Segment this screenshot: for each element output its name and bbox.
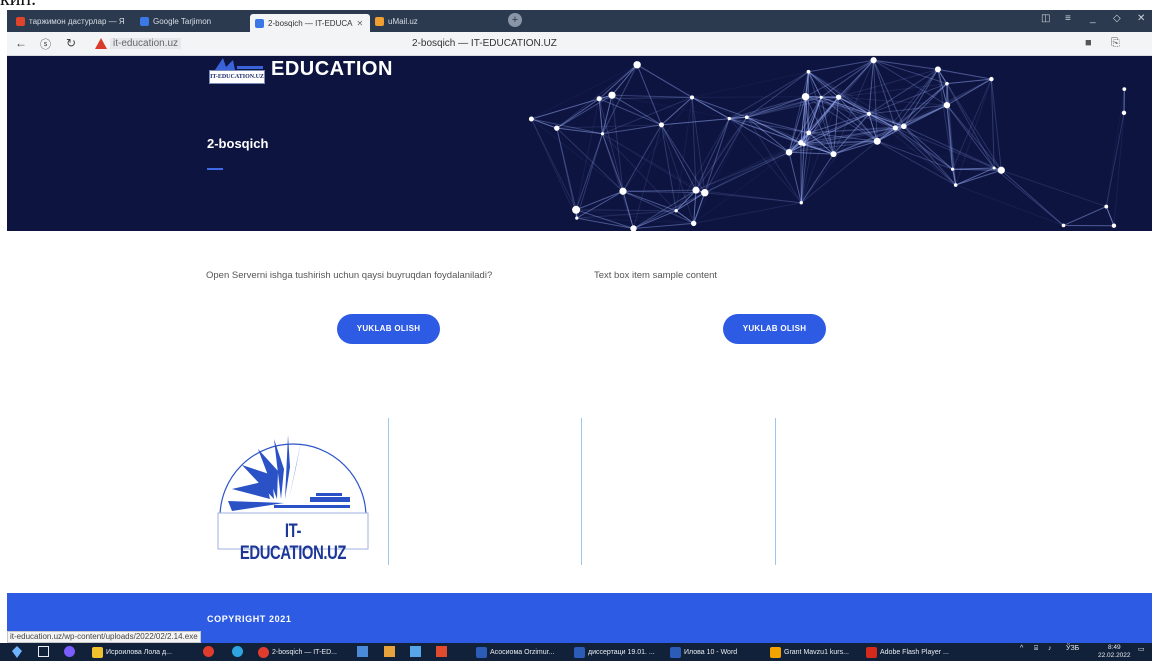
system-clock[interactable]: 8:49 22.02.2022 [1098, 644, 1131, 660]
status-bar-url: it-education.uz/wp-content/uploads/2022/… [7, 631, 201, 643]
word-icon [670, 646, 681, 658]
app-icon[interactable] [410, 646, 421, 657]
taskbar-item-label: Grant Mavzu1 kurs... [784, 648, 849, 656]
tab-yandex[interactable]: таржимон дастурлар — Я [11, 13, 141, 30]
share-icon[interactable]: ⎘ [1111, 37, 1120, 50]
menu-icon[interactable]: ≡ [1065, 13, 1071, 24]
browser-tab-bar: таржимон дастурлар — Я Google Tarjimon 2… [7, 10, 1152, 32]
heading-underline [207, 168, 223, 170]
close-window-icon[interactable]: ✕ [1137, 13, 1145, 24]
yandex-icon [16, 17, 25, 26]
logo-caption: IT-EDUCATION.UZ [239, 521, 347, 564]
tab-label: 2-bosqich — IT-EDUCA [268, 18, 353, 28]
word-icon [476, 646, 487, 658]
protect-icon[interactable]: ⓢ [40, 36, 51, 52]
taskbar-item-label: Исроилова Лола д... [106, 648, 172, 656]
reload-icon[interactable]: ↻ [66, 36, 76, 50]
volume-icon[interactable]: ♪ [1048, 645, 1052, 652]
close-tab-icon[interactable]: ✕ [356, 19, 363, 28]
taskbar-item[interactable]: Исроилова Лола д... [92, 645, 172, 659]
site-favicon-icon [255, 18, 264, 28]
browser-icon [258, 646, 269, 658]
windows-start-icon[interactable] [10, 645, 24, 659]
app-icon[interactable] [384, 646, 395, 657]
clock-time: 8:49 [1107, 644, 1121, 651]
mail-app-icon[interactable] [436, 646, 447, 657]
assistant-icon[interactable] [64, 646, 75, 657]
tab-label: Google Tarjimon [153, 17, 212, 26]
telegram-icon[interactable] [232, 646, 243, 657]
hero-banner: IT-EDUCATION.UZ EDUCATION 2-bosqich [7, 56, 1152, 231]
taskbar-item[interactable]: диссертаци 19.01. ... [574, 645, 655, 659]
taskbar-item-label: диссертаци 19.01. ... [588, 648, 655, 656]
page-heading: 2-bosqich [207, 136, 269, 151]
restore-icon[interactable]: ◇ [1113, 13, 1121, 24]
insecure-warning-icon[interactable] [95, 38, 107, 49]
network-background [528, 57, 1127, 231]
new-tab-button[interactable]: + [508, 13, 522, 27]
yandex-app-icon[interactable] [203, 646, 214, 657]
brand-name: EDUCATION [271, 58, 393, 80]
cropped-text: кип. [0, 0, 36, 10]
tab-active-page[interactable]: 2-bosqich — IT-EDUCA ✕ [250, 14, 370, 32]
download-button-right[interactable]: YUKLAB OLISH [723, 314, 826, 344]
word-icon [574, 646, 585, 658]
app-icon[interactable] [357, 646, 368, 657]
network-icon[interactable]: ⌸ [1034, 645, 1038, 653]
book-logo-icon [215, 58, 263, 70]
it-education-logo-image: IT-EDUCATION.UZ [214, 417, 372, 564]
back-arrow-icon[interactable]: ← [15, 36, 27, 50]
site-logo[interactable]: IT-EDUCATION.UZ [207, 56, 267, 88]
taskbar-item[interactable]: Grant Mavzu1 kurs... [770, 645, 849, 659]
taskbar-item[interactable]: Илова 10 - Word [670, 645, 737, 659]
taskbar-item-label: Илова 10 - Word [684, 648, 738, 656]
taskbar-item[interactable]: Adobe Flash Player ... [866, 645, 949, 659]
tray-chevron-icon[interactable]: ^ [1020, 645, 1023, 652]
notifications-icon[interactable]: ▭ [1138, 645, 1145, 653]
taskbar-item-label: Асосиома Orzimur... [490, 648, 555, 656]
copyright-text: COPYRIGHT 2021 [207, 614, 292, 624]
windows-taskbar: Исроилова Лола д... 2-bosqich — IT-ED...… [0, 643, 1152, 661]
minimize-icon[interactable]: _ [1090, 13, 1096, 24]
taskbar-item-label: 2-bosqich — IT-ED... [272, 648, 337, 656]
question-text: Open Serverni ishga tushirish uchun qays… [206, 270, 493, 281]
bookmark-icon[interactable]: ■ [1085, 37, 1092, 49]
taskbar-item[interactable]: Асосиома Orzimur... [476, 645, 554, 659]
logo-text: IT-EDUCATION.UZ [209, 70, 265, 84]
column-divider [775, 418, 776, 565]
page-title: 2-bosqich — IT-EDUCATION.UZ [412, 38, 557, 49]
tab-umail[interactable]: uMail.uz [370, 13, 490, 30]
folder-icon [92, 646, 103, 658]
column-divider [581, 418, 582, 565]
google-translate-icon [140, 17, 149, 26]
tab-label: uMail.uz [388, 17, 418, 26]
flash-icon [866, 646, 877, 658]
column-divider [388, 418, 389, 565]
clock-date: 22.02.2022 [1098, 652, 1131, 659]
mail-icon [375, 17, 384, 26]
tab-label: таржимон дастурлар — Я [29, 17, 125, 26]
top-crop-strip: кип. [0, 0, 1152, 10]
task-view-icon[interactable] [38, 646, 49, 657]
taskbar-item[interactable]: 2-bosqich — IT-ED... [258, 645, 337, 659]
taskbar-item-label: Adobe Flash Player ... [880, 648, 949, 656]
sample-text: Text box item sample content [594, 270, 718, 281]
address-bar: ← ⓢ ↻ it-education.uz 2-bosqich — IT-EDU… [7, 32, 1152, 56]
language-indicator[interactable]: ЎЗБ [1066, 645, 1079, 652]
download-button-left[interactable]: YUKLAB OLISH [337, 314, 440, 344]
extensions-icon[interactable]: ◫ [1041, 13, 1050, 24]
url-field[interactable]: it-education.uz [110, 38, 182, 49]
folder-icon [770, 646, 781, 658]
tab-google-translate[interactable]: Google Tarjimon [135, 13, 235, 30]
